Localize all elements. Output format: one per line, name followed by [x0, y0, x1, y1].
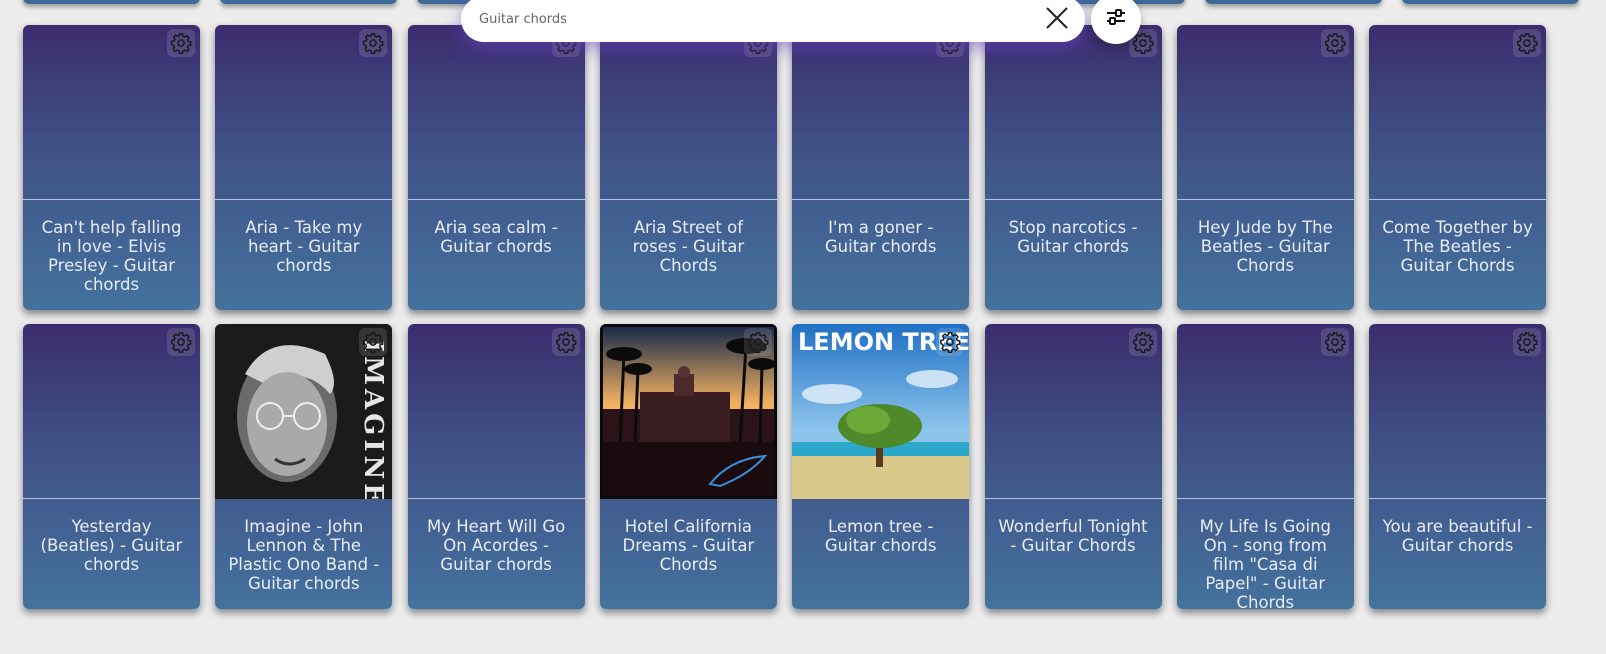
- gear-icon[interactable]: [1320, 29, 1349, 57]
- search-input[interactable]: [477, 10, 1021, 28]
- song-title: Wonderful Tonight - Guitar Chords: [998, 517, 1148, 555]
- song-title: Yesterday (Beatles) - Guitar chords: [40, 517, 183, 574]
- song-card[interactable]: Hey Jude by The Beatles - Guitar Chords: [1176, 25, 1354, 310]
- song-title: Aria Street of roses - Guitar Chords: [632, 218, 745, 275]
- song-card[interactable]: IMAGINE Imagine - John Lennon & The Plast…: [215, 324, 393, 609]
- gear-icon[interactable]: [359, 29, 388, 57]
- sliders-icon: [1104, 5, 1128, 33]
- gear-icon[interactable]: [936, 328, 965, 356]
- gear-icon[interactable]: [743, 328, 772, 356]
- gear-icon[interactable]: [167, 328, 195, 356]
- gear-icon[interactable]: [167, 29, 195, 57]
- song-title: Stop narcotics - Guitar chords: [1008, 218, 1138, 256]
- search-bar: [461, 0, 1085, 42]
- song-card[interactable]: Come Together by The Beatles - Guitar Ch…: [1369, 25, 1547, 310]
- song-title: Hotel California Dreams - Guitar Chords: [622, 517, 755, 574]
- gear-icon[interactable]: [551, 328, 580, 356]
- close-icon[interactable]: [1043, 4, 1071, 32]
- song-card[interactable]: Aria - Take my heart - Guitar chords: [215, 25, 393, 310]
- gear-icon[interactable]: [359, 328, 388, 356]
- song-title: You are beautiful - Guitar chords: [1382, 517, 1533, 555]
- cover-lettering: IMAGINE: [358, 340, 388, 499]
- card-partial[interactable]: [23, 0, 200, 4]
- song-title: Come Together by The Beatles - Guitar Ch…: [1382, 218, 1533, 275]
- song-title: My Heart Will Go On Acordes - Guitar cho…: [426, 517, 566, 574]
- song-card[interactable]: Stop narcotics - Guitar chords: [984, 25, 1162, 310]
- song-card[interactable]: My Heart Will Go On Acordes - Guitar cho…: [407, 324, 585, 609]
- song-title: Aria - Take my heart - Guitar chords: [245, 218, 363, 275]
- song-card[interactable]: You are beautiful - Guitar chords: [1369, 324, 1547, 609]
- song-title: My Life Is Going On - song from film "Ca…: [1199, 517, 1331, 609]
- song-card[interactable]: Hotel California Dreams - Guitar Chords: [599, 324, 777, 609]
- song-title: I'm a goner - Guitar chords: [824, 218, 937, 256]
- song-title: Aria sea calm - Guitar chords: [434, 218, 558, 256]
- gear-icon[interactable]: [1513, 328, 1542, 356]
- song-title: Lemon tree - Guitar chords: [824, 517, 937, 555]
- card-partial[interactable]: [220, 0, 397, 4]
- song-title: Can't help falling in love - Elvis Presl…: [41, 218, 182, 294]
- gear-icon[interactable]: [1128, 328, 1157, 356]
- song-card[interactable]: Yesterday (Beatles) - Guitar chords: [23, 324, 200, 609]
- song-card[interactable]: I'm a goner - Guitar chords: [792, 25, 970, 310]
- song-title: Hey Jude by The Beatles - Guitar Chords: [1197, 218, 1333, 275]
- song-card[interactable]: Aria sea calm - Guitar chords: [407, 25, 585, 310]
- gear-icon[interactable]: [1513, 29, 1542, 57]
- song-card[interactable]: Can't help falling in love - Elvis Presl…: [23, 25, 200, 310]
- gear-icon[interactable]: [1320, 328, 1349, 356]
- card-partial[interactable]: [1402, 0, 1579, 4]
- song-title: Imagine - John Lennon & The Plastic Ono …: [228, 517, 380, 593]
- song-card[interactable]: Wonderful Tonight - Guitar Chords: [984, 324, 1162, 609]
- song-card[interactable]: LEMON TREE Lemon tree - Guitar chords: [792, 324, 970, 609]
- song-card[interactable]: Aria Street of roses - Guitar Chords: [599, 25, 777, 310]
- card-partial[interactable]: [1205, 0, 1382, 4]
- song-card[interactable]: My Life Is Going On - song from film "Ca…: [1176, 324, 1354, 609]
